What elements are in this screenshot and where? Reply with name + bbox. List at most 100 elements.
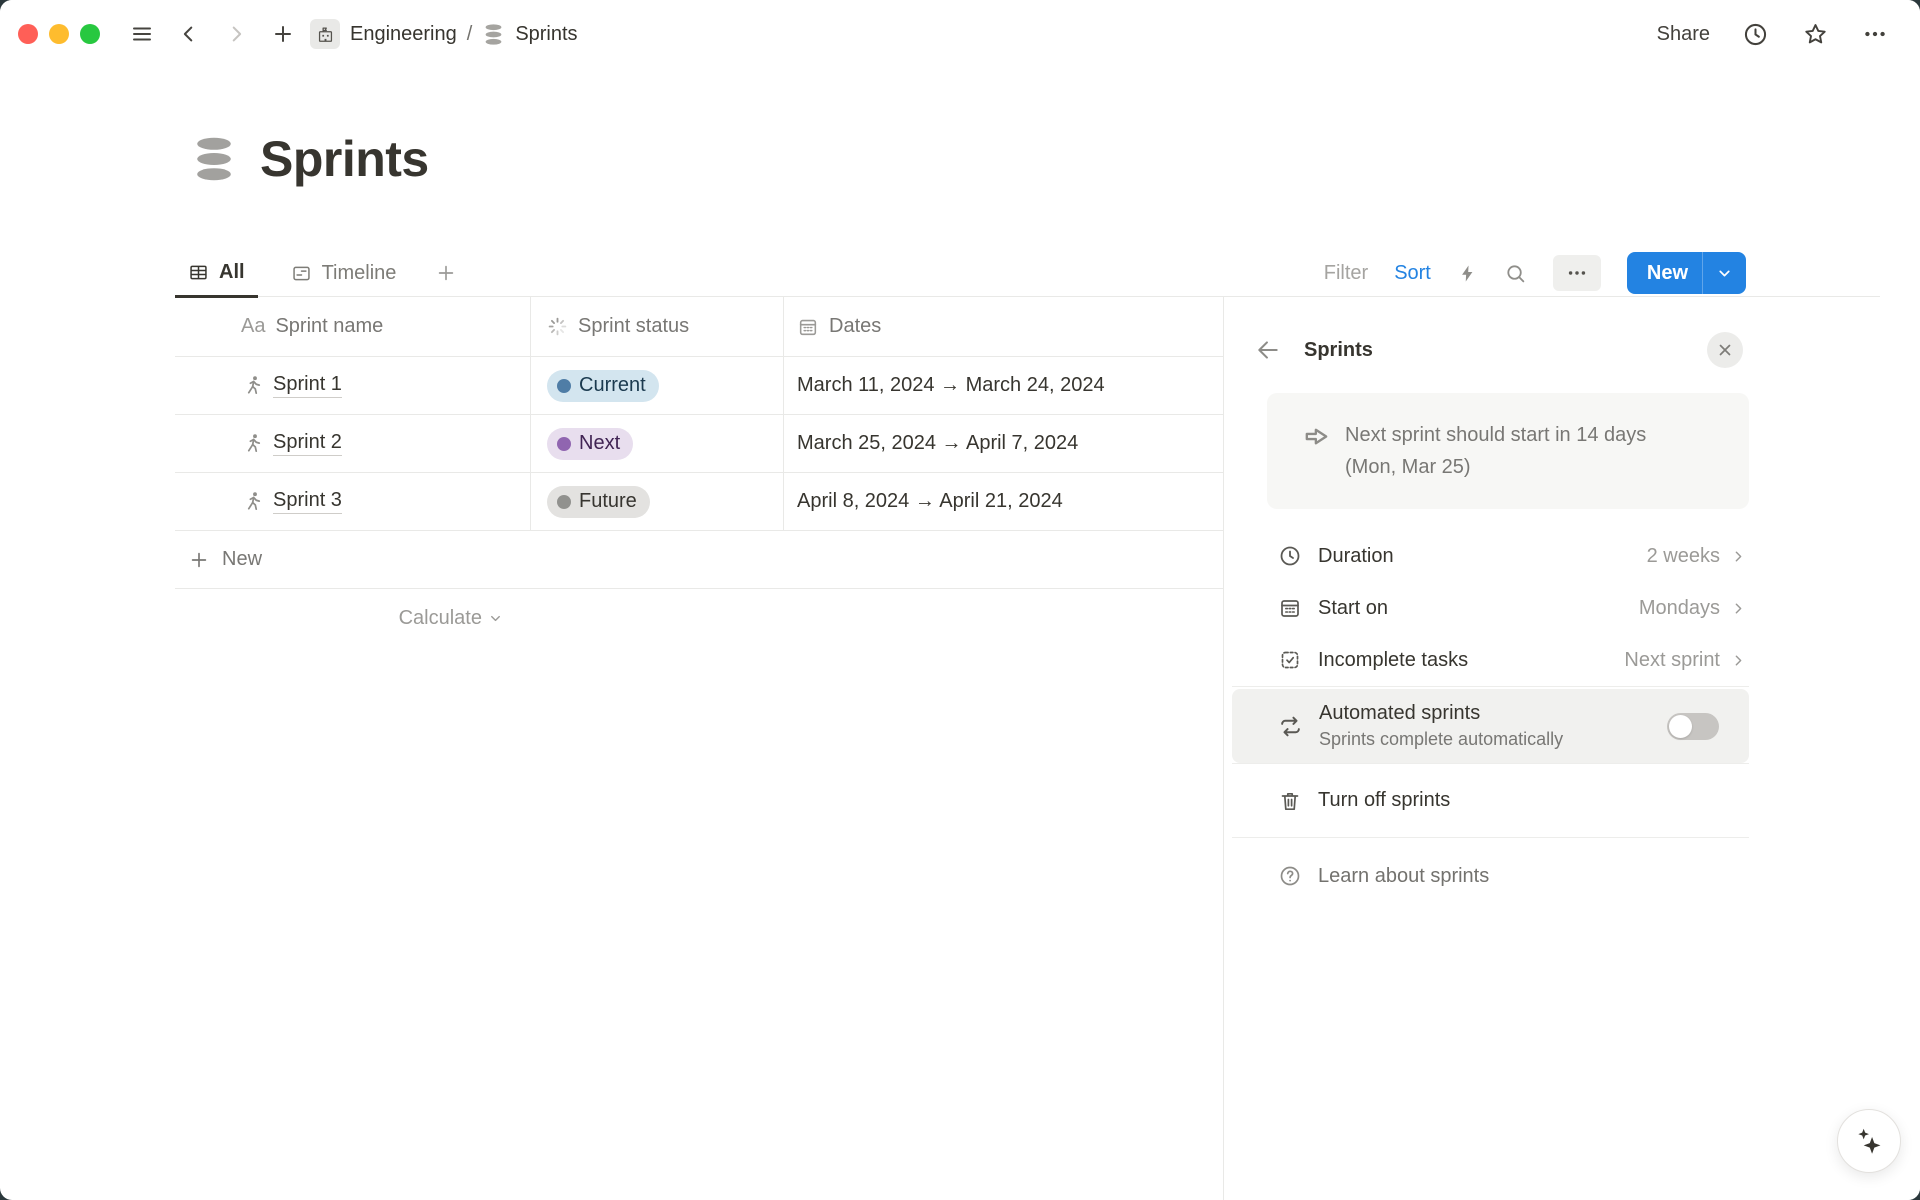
automated-sprints-row[interactable]: Automated sprints Sprints complete autom…	[1232, 689, 1749, 763]
new-button[interactable]: New	[1627, 252, 1746, 294]
chevron-right-icon	[1730, 600, 1747, 617]
sidebar-menu-icon[interactable]	[127, 19, 157, 49]
divider	[1232, 686, 1749, 687]
setting-value-group: 2 weeks	[1647, 545, 1747, 568]
runner-icon	[241, 432, 264, 455]
column-header-sprint-status[interactable]: Sprint status	[531, 297, 784, 357]
toggle-knob	[1669, 715, 1692, 738]
setting-label: Start on	[1318, 597, 1388, 620]
table-row: Sprint 2 Next March 25, 2024 → April 7, …	[175, 415, 1223, 473]
table-row: Sprint 1 Current March 11, 2024 → March …	[175, 357, 1223, 415]
back-arrow-icon[interactable]	[1255, 337, 1281, 363]
share-button[interactable]: Share	[1657, 23, 1710, 46]
sort-button[interactable]: Sort	[1394, 262, 1431, 285]
sprint-settings-list: Duration 2 weeks Start on Mondays	[1232, 530, 1749, 686]
status-pill[interactable]: Future	[547, 486, 650, 518]
back-icon[interactable]	[174, 19, 204, 49]
turn-off-sprints-button[interactable]: Turn off sprints	[1232, 764, 1749, 837]
status-pill[interactable]: Current	[547, 370, 659, 402]
teamspace-building-icon[interactable]	[310, 19, 340, 49]
history-clock-icon[interactable]	[1740, 19, 1770, 49]
breadcrumb-separator: /	[467, 23, 473, 46]
setting-label: Duration	[1318, 545, 1394, 568]
new-page-icon[interactable]	[268, 19, 298, 49]
setting-value-group: Next sprint	[1624, 649, 1747, 672]
topbar: Engineering / Sprints Share	[0, 0, 1920, 68]
ai-assistant-button[interactable]	[1837, 1109, 1901, 1173]
sprint-name-cell: Sprint 3	[175, 473, 531, 531]
setting-value: Mondays	[1639, 597, 1720, 620]
breadcrumb-page[interactable]: Sprints	[515, 23, 577, 46]
sprint-name: Sprint 1	[273, 373, 342, 398]
setting-incomplete-tasks[interactable]: Incomplete tasks Next sprint	[1232, 634, 1749, 686]
column-label: Sprint status	[578, 315, 689, 338]
nav-group	[127, 19, 298, 49]
table-view-icon	[188, 262, 209, 283]
calendar-icon	[797, 316, 819, 338]
column-header-sprint-name[interactable]: Aa Sprint name	[175, 297, 531, 357]
close-icon[interactable]	[1707, 332, 1743, 368]
timeline-view-icon	[291, 263, 312, 284]
status-label: Future	[579, 490, 637, 513]
tab-timeline-label: Timeline	[322, 262, 397, 285]
sprint-page-link[interactable]: Sprint 2	[241, 431, 342, 456]
add-view-icon[interactable]	[429, 249, 463, 297]
tab-timeline[interactable]: Timeline	[278, 249, 410, 297]
date-range[interactable]: April 8, 2024 → April 21, 2024	[797, 490, 1063, 513]
dates-cell: March 25, 2024 → April 7, 2024	[784, 415, 1223, 473]
search-icon[interactable]	[1504, 262, 1527, 285]
minimize-window-button[interactable]	[49, 24, 69, 44]
runner-icon	[241, 374, 264, 397]
new-row-button[interactable]: New	[175, 531, 1223, 589]
calendar-icon	[1278, 596, 1302, 620]
view-tab-bar: All Timeline Filter Sort	[175, 249, 1880, 297]
status-pill[interactable]: Next	[547, 428, 633, 460]
zoom-window-button[interactable]	[80, 24, 100, 44]
sprints-table: Aa Sprint name Sprint status Dates	[175, 297, 1223, 647]
status-dot	[557, 495, 571, 509]
automated-sprints-description: Sprints complete automatically	[1319, 729, 1563, 750]
database-icon	[482, 23, 505, 46]
chevron-down-icon	[488, 611, 503, 626]
status-property-icon	[547, 316, 568, 337]
filter-button[interactable]: Filter	[1324, 262, 1368, 285]
setting-start-on[interactable]: Start on Mondays	[1232, 582, 1749, 634]
setting-duration[interactable]: Duration 2 weeks	[1232, 530, 1749, 582]
date-range[interactable]: March 11, 2024 → March 24, 2024	[797, 374, 1105, 397]
chevron-down-icon[interactable]	[1703, 265, 1746, 282]
automations-bolt-icon[interactable]	[1457, 263, 1478, 284]
setting-value: 2 weeks	[1647, 545, 1720, 568]
more-options-icon[interactable]	[1860, 19, 1890, 49]
panel-header: Sprints	[1232, 330, 1749, 370]
page-title[interactable]: Sprints	[260, 130, 429, 188]
chevron-right-icon	[1730, 652, 1747, 669]
tab-all[interactable]: All	[175, 249, 258, 298]
chevron-right-icon	[1730, 548, 1747, 565]
calculate-button[interactable]: Calculate	[175, 589, 531, 647]
text-property-icon: Aa	[241, 315, 265, 338]
sprint-page-link[interactable]: Sprint 1	[241, 373, 342, 398]
arrow-right-outline-icon	[1301, 421, 1332, 452]
database-icon[interactable]	[190, 135, 238, 183]
sprint-page-link[interactable]: Sprint 3	[241, 489, 342, 514]
column-label: Sprint name	[275, 315, 383, 338]
tab-all-label: All	[219, 261, 245, 284]
status-label: Current	[579, 374, 646, 397]
table-header-row: Aa Sprint name Sprint status Dates	[175, 297, 1223, 357]
forward-icon[interactable]	[221, 19, 251, 49]
calculate-label: Calculate	[399, 607, 482, 630]
plus-icon	[188, 549, 210, 571]
sparkles-icon	[1853, 1125, 1885, 1157]
column-header-dates[interactable]: Dates	[784, 297, 1223, 357]
divider	[1232, 837, 1749, 838]
learn-about-sprints-link[interactable]: Learn about sprints	[1232, 850, 1749, 902]
help-circle-icon	[1278, 864, 1302, 888]
favorite-star-icon[interactable]	[1800, 19, 1830, 49]
view-options-icon[interactable]	[1553, 255, 1601, 291]
breadcrumb: Engineering / Sprints	[310, 19, 578, 49]
close-window-button[interactable]	[18, 24, 38, 44]
checkbox-icon	[1278, 648, 1302, 672]
date-range[interactable]: March 25, 2024 → April 7, 2024	[797, 432, 1078, 455]
breadcrumb-teamspace[interactable]: Engineering	[350, 23, 457, 46]
automated-sprints-toggle[interactable]	[1667, 713, 1719, 740]
